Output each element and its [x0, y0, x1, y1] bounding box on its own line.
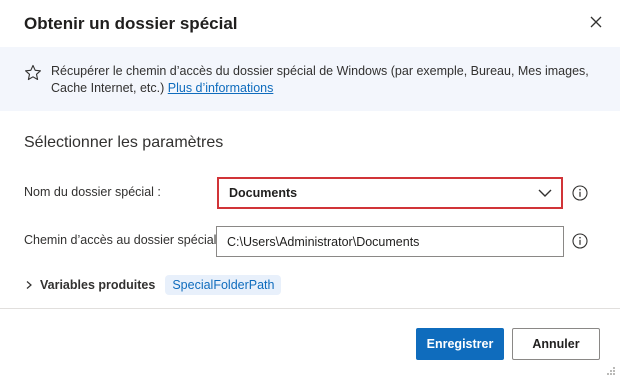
special-folder-dialog: Obtenir un dossier spécial Récupérer le … [0, 0, 620, 380]
close-button[interactable] [586, 12, 606, 32]
produced-variables-label[interactable]: Variables produites [40, 278, 155, 292]
special-folder-label: Nom du dossier spécial : [24, 185, 161, 199]
footer-divider [0, 308, 620, 309]
dialog-title: Obtenir un dossier spécial [24, 14, 238, 33]
path-value: C:\Users\Administrator\Documents [227, 234, 420, 249]
info-icon[interactable] [572, 185, 588, 201]
description-body: Récupérer le chemin d’accès du dossier s… [51, 64, 589, 95]
variable-chip[interactable]: SpecialFolderPath [165, 275, 282, 295]
description-text: Récupérer le chemin d’accès du dossier s… [51, 63, 596, 97]
info-icon[interactable] [572, 233, 588, 249]
produced-variables-row: Variables produites SpecialFolderPath [24, 275, 282, 295]
save-button[interactable]: Enregistrer [416, 328, 504, 360]
special-folder-value: Documents [229, 186, 298, 200]
resize-grip-icon[interactable] [606, 366, 616, 376]
path-label: Chemin d’accès au dossier spécial : [24, 233, 224, 247]
star-icon[interactable] [24, 64, 42, 82]
more-info-link[interactable]: Plus d’informations [168, 81, 274, 95]
section-title: Sélectionner les paramètres [24, 134, 224, 151]
chevron-right-icon[interactable] [24, 280, 34, 290]
path-field[interactable]: C:\Users\Administrator\Documents [216, 226, 564, 257]
close-icon [590, 16, 602, 28]
chevron-down-icon [538, 189, 552, 197]
cancel-button[interactable]: Annuler [512, 328, 600, 360]
special-folder-dropdown[interactable]: Documents [217, 177, 563, 209]
